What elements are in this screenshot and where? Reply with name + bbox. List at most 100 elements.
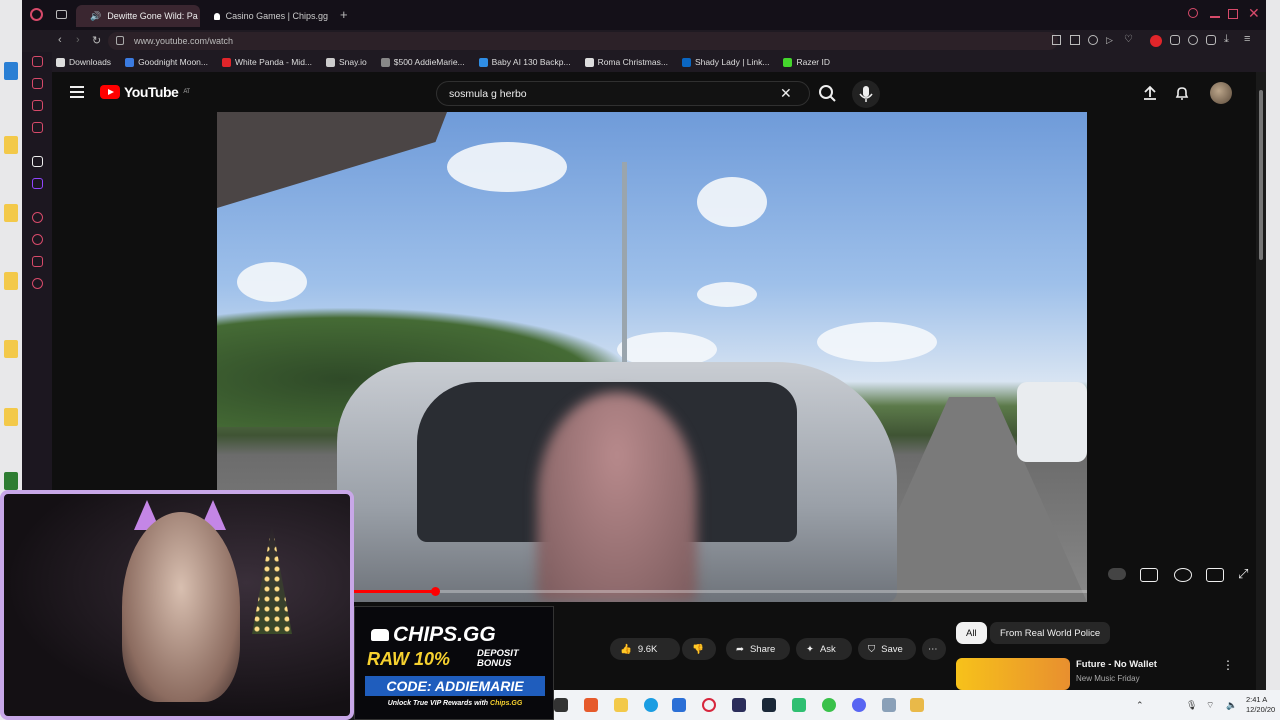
taskbar-edge-icon[interactable] [644,698,658,712]
taskbar-clock[interactable]: 2:41 A 12/20/20 [1246,695,1275,715]
account-icon[interactable] [1188,35,1198,45]
bookmark-item[interactable]: Downloads [56,57,111,67]
tray-overflow-icon[interactable]: ⌃ [1136,700,1144,711]
tray-wifi-icon[interactable]: ⌔ [1206,700,1214,711]
fullscreen-icon[interactable]: ⤢ [1238,566,1248,582]
vpn-icon[interactable] [1088,35,1098,45]
desktop-app-icon[interactable] [4,62,18,80]
tab-chips[interactable]: Casino Games | Chips.gg [206,5,336,27]
taskbar-store-icon[interactable] [672,698,686,712]
heart-icon[interactable]: ♡ [1124,34,1133,45]
taskbar-steam-icon[interactable] [762,698,776,712]
desktop-app-icon[interactable] [4,472,18,490]
taskbar-app-icon[interactable] [732,698,746,712]
desktop-folder-icon[interactable] [4,204,18,222]
tab-dewitte[interactable]: 🔊 Dewitte Gone Wild: Pa [76,5,200,27]
sidebar-history-icon[interactable] [32,78,43,89]
streamer-face [122,512,240,702]
bookmark-item[interactable]: $500 AddieMarie... [380,57,465,67]
voice-search-button[interactable] [852,80,880,108]
autoplay-toggle[interactable] [1108,568,1126,580]
taskbar-opera-icon[interactable] [702,698,716,712]
taskbar-app-icon[interactable] [822,698,836,712]
search-input[interactable]: sosmula g herbo [436,81,810,106]
play-icon[interactable]: ▷ [1106,35,1113,46]
sidebar-app-icon[interactable] [32,156,43,167]
sidebar-bookmarks-icon[interactable] [32,256,43,267]
sidebar-aria-icon[interactable] [32,100,43,111]
search-tabs-icon[interactable] [1188,8,1198,18]
opera-logo-icon[interactable] [30,8,43,21]
notifications-bell-icon[interactable] [1174,85,1190,101]
adblock-icon[interactable] [1150,35,1162,47]
taskbar-app-icon[interactable] [882,698,896,712]
sidebar-settings-icon[interactable] [32,278,43,289]
dislike-button[interactable]: 👎 [682,638,716,660]
taskbar-app-icon[interactable] [910,698,924,712]
captions-icon[interactable] [1140,568,1158,582]
more-actions-button[interactable]: ⋯ [922,638,946,660]
save-button[interactable]: ⛉ Save [858,638,916,660]
chip-all[interactable]: All [956,622,987,644]
related-video-thumbnail[interactable] [956,658,1070,690]
minimize-icon[interactable] [1210,16,1220,18]
desktop-folder-icon[interactable] [4,340,18,358]
like-button[interactable]: 👍 9.6K [610,638,680,660]
progress-scrubber[interactable] [430,587,440,596]
clear-search-icon[interactable]: ✕ [780,85,792,102]
taskbar-app-icon[interactable] [792,698,806,712]
desktop-folder-icon[interactable] [4,408,18,426]
theater-mode-icon[interactable] [1206,568,1224,582]
bookmark-item[interactable]: Baby AI 130 Backp... [478,57,571,67]
chip-from-real-world-police[interactable]: From Real World Police [990,622,1111,644]
desktop-folder-icon[interactable] [4,136,18,154]
sidebar-home-icon[interactable] [32,56,43,67]
bookmark-item[interactable]: Shady Lady | Link... [681,57,769,67]
settings-gear-icon[interactable] [1174,568,1192,582]
workspaces-icon[interactable] [56,10,67,19]
share-button[interactable]: ➦ Share [726,638,790,660]
reload-icon[interactable]: ↻ [92,34,101,47]
bookmark-item[interactable]: White Panda - Mid... [222,57,312,67]
new-tab-button[interactable]: + [340,7,348,22]
scrollbar-thumb[interactable] [1259,90,1263,260]
chips-gg-ad[interactable]: CHIPS.GG RAW 10% DEPOSIT BONUS CODE: ADDI… [354,606,554,720]
youtube-logo[interactable]: YouTube AT [100,84,190,100]
hamburger-menu-icon[interactable] [70,86,84,98]
share-label: Share [749,643,776,655]
bookmark-item[interactable]: Roma Christmas... [584,57,668,67]
page-scrollbar[interactable] [1256,72,1266,690]
close-icon[interactable]: ✕ [1248,5,1260,22]
extension-icon[interactable] [1170,35,1180,45]
desktop-folder-icon[interactable] [4,272,18,290]
maximize-icon[interactable] [1228,9,1238,19]
related-video-title[interactable]: Future - No Wallet [1076,659,1157,670]
taskbar-paint-icon[interactable] [584,698,598,712]
snapshot-icon[interactable] [1070,35,1080,45]
ask-button[interactable]: ✦ Ask [796,638,852,660]
tray-mic-icon[interactable]: 🎙 [1186,700,1197,711]
sidebar-messenger-icon[interactable] [32,122,43,133]
user-avatar[interactable] [1210,82,1232,104]
bookmark-item[interactable]: Goodnight Moon... [125,57,208,67]
tray-volume-icon[interactable]: 🔈 [1226,700,1237,711]
download-icon[interactable]: ⤓ [1224,33,1229,46]
share-icon: ➦ [736,643,744,655]
sidebar-twitch-icon[interactable] [32,178,43,189]
back-icon[interactable]: ‹ [58,34,62,46]
address-bar[interactable]: www.youtube.com/watch [108,32,1058,50]
sidebar-player-icon[interactable] [32,212,43,223]
forward-icon[interactable]: › [76,34,80,46]
taskbar-app-icon[interactable] [554,698,568,712]
upload-icon[interactable] [1142,85,1158,101]
sidebar-clock-icon[interactable] [32,234,43,245]
bookmark-item[interactable]: Razer ID [783,57,830,67]
menu-icon[interactable]: ≡ [1244,33,1250,45]
bookmark-icon[interactable] [1052,35,1061,45]
bookmark-item[interactable]: Snay.io [326,57,367,67]
taskbar-file-explorer-icon[interactable] [614,698,628,712]
extensions-icon[interactable] [1206,35,1216,45]
taskbar-discord-icon[interactable] [852,698,866,712]
related-video-menu-icon[interactable]: ⋮ [1222,658,1234,672]
search-button[interactable] [812,81,842,106]
